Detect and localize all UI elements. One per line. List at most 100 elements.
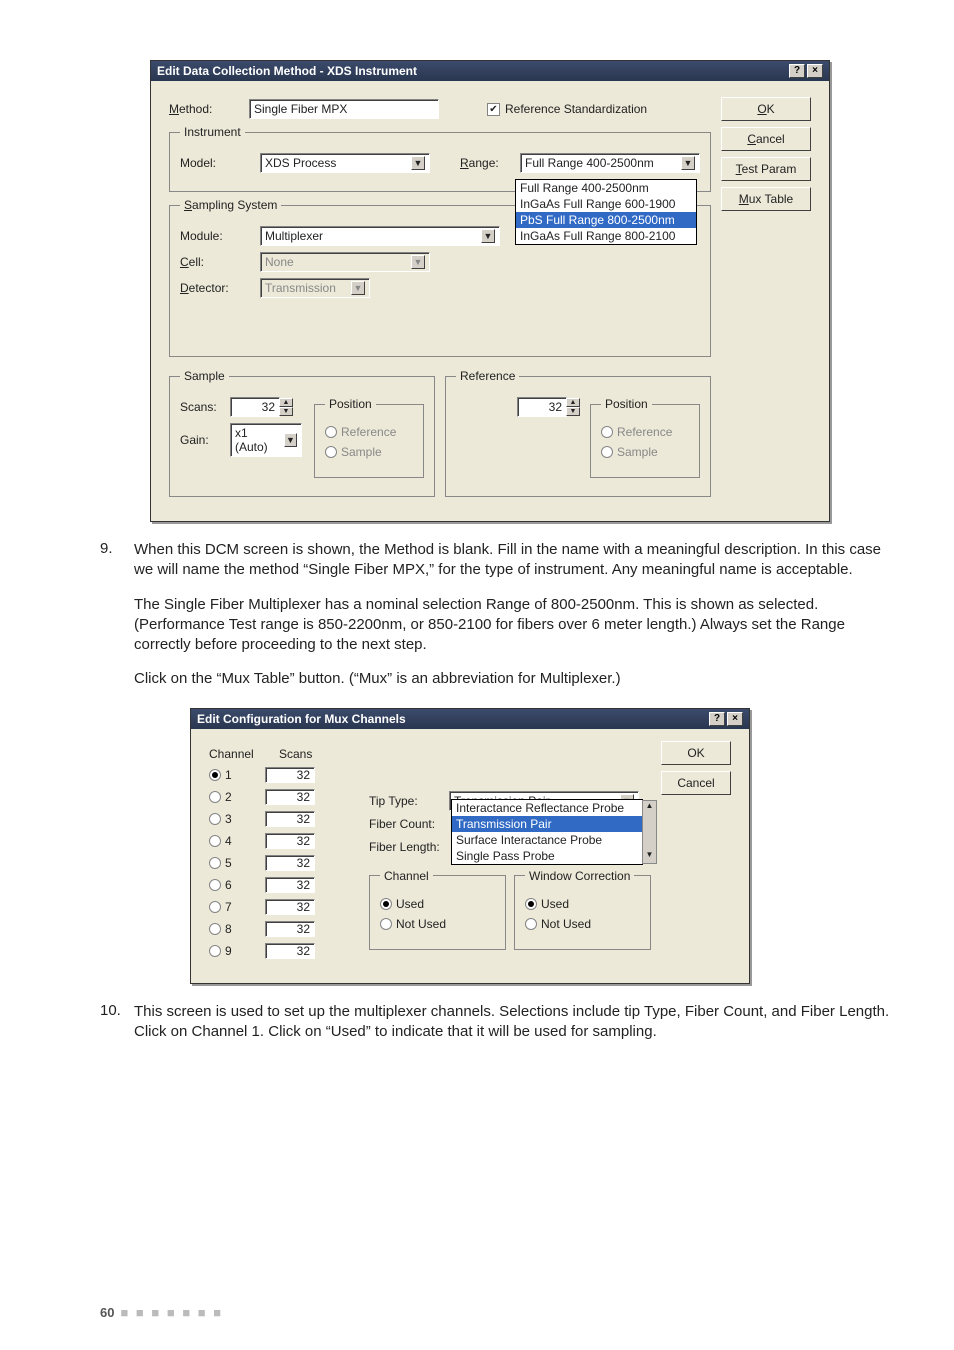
radio-icon (209, 857, 221, 869)
channel-number: 1 (225, 768, 265, 782)
sampling-legend: Sampling System (180, 198, 281, 212)
channel-scans[interactable]: 32 (265, 943, 315, 959)
channel-number: 4 (225, 834, 265, 848)
range-option[interactable]: InGaAs Full Range 800-2100 (516, 228, 696, 244)
window-correction-group: Window Correction Used Not Used (514, 869, 651, 950)
scans-spinner[interactable]: ▲▼ (279, 398, 293, 416)
step-number: 9. (100, 540, 134, 704)
close-icon[interactable]: × (807, 64, 823, 78)
channel-scans[interactable]: 32 (265, 833, 315, 849)
ok-button[interactable]: OK (721, 97, 811, 121)
channel-row[interactable]: 532 (209, 855, 369, 871)
channel-notused-radio[interactable]: Not Used (380, 917, 495, 931)
channel-scans[interactable]: 32 (265, 921, 315, 937)
method-input[interactable]: Single Fiber MPX (249, 99, 439, 119)
mux-table-button[interactable]: Mux Table (721, 187, 811, 211)
help-icon[interactable]: ? (789, 64, 805, 78)
module-select[interactable]: Multiplexer ▼ (260, 226, 500, 246)
step-number: 10. (100, 1002, 134, 1057)
channel-group-legend: Channel (380, 869, 433, 883)
window-used-radio[interactable]: Used (525, 897, 640, 911)
cancel-button[interactable]: Cancel (721, 127, 811, 151)
range-dropdown-list[interactable]: Full Range 400-2500nm InGaAs Full Range … (515, 179, 697, 245)
channel-scans[interactable]: 32 (265, 899, 315, 915)
radio-icon (209, 813, 221, 825)
ref-scans-input[interactable]: 32 (517, 397, 567, 417)
channel-row[interactable]: 832 (209, 921, 369, 937)
radio-icon (209, 835, 221, 847)
channel-number: 6 (225, 878, 265, 892)
page-number: 60 (100, 1305, 114, 1320)
ref-scans-spinner[interactable]: ▲▼ (566, 398, 580, 416)
spin-down-icon: ▼ (566, 407, 580, 416)
range-option[interactable]: Full Range 400-2500nm (516, 180, 696, 196)
page-footer: 60 ■ ■ ■ ■ ■ ■ ■ (100, 1305, 223, 1320)
reference-group: Reference 32 ▲▼ Position Reference (445, 369, 711, 497)
chevron-down-icon: ▼ (284, 433, 297, 447)
close-icon[interactable]: × (727, 712, 743, 726)
chevron-down-icon: ▼ (481, 229, 495, 243)
channel-row[interactable]: 332 (209, 811, 369, 827)
reference-legend: Reference (456, 369, 519, 383)
window-notused-radio[interactable]: Not Used (525, 917, 640, 931)
dialog-titlebar: Edit Configuration for Mux Channels ? × (191, 709, 749, 729)
radio-icon (209, 879, 221, 891)
sample-group: Sample Scans: 32 ▲▼ Gain: (169, 369, 435, 497)
sample-legend: Sample (180, 369, 229, 383)
channel-scans[interactable]: 32 (265, 811, 315, 827)
chevron-down-icon: ▼ (351, 281, 365, 295)
position-legend: Position (325, 397, 376, 411)
dialog-title: Edit Data Collection Method - XDS Instru… (157, 64, 417, 78)
chevron-down-icon: ▼ (681, 156, 695, 170)
channel-scans[interactable]: 32 (265, 789, 315, 805)
tip-option[interactable]: Interactance Reflectance Probe (452, 800, 642, 816)
channel-scans[interactable]: 32 (265, 877, 315, 893)
ok-button[interactable]: OK (661, 741, 731, 765)
cancel-button[interactable]: Cancel (661, 771, 731, 795)
radio-selected-icon (380, 898, 392, 910)
channel-row[interactable]: 732 (209, 899, 369, 915)
channel-used-radio[interactable]: Used (380, 897, 495, 911)
channel-row[interactable]: 932 (209, 943, 369, 959)
tip-option[interactable]: Surface Interactance Probe (452, 832, 642, 848)
radio-icon (525, 918, 537, 930)
channel-list: Channel Scans 13223233243253263273283293… (209, 741, 369, 965)
tip-option-selected[interactable]: Transmission Pair (452, 816, 642, 832)
channel-number: 7 (225, 900, 265, 914)
radio-icon (601, 446, 613, 458)
scans-input[interactable]: 32 (230, 397, 280, 417)
gain-select[interactable]: x1 (Auto) ▼ (230, 423, 302, 457)
radio-icon (325, 446, 337, 458)
radio-icon (209, 791, 221, 803)
cell-label: Cell: (180, 255, 260, 269)
ref-std-checkbox[interactable]: ✔ Reference Standardization (487, 102, 647, 116)
model-select[interactable]: XDS Process ▼ (260, 153, 430, 173)
channel-settings: Tip Type: Transmission Pair ▼ Interactan… (369, 741, 651, 965)
channel-scans[interactable]: 32 (265, 855, 315, 871)
test-param-button[interactable]: Test Param (721, 157, 811, 181)
help-icon[interactable]: ? (709, 712, 725, 726)
dialog-titlebar: Edit Data Collection Method - XDS Instru… (151, 61, 829, 81)
window-group-legend: Window Correction (525, 869, 634, 883)
step-9: 9. When this DCM screen is shown, the Me… (100, 540, 894, 704)
range-option[interactable]: InGaAs Full Range 600-1900 (516, 196, 696, 212)
fiber-length-label: Fiber Length: (369, 840, 449, 854)
model-label: Model: (180, 156, 260, 170)
chevron-down-icon: ▼ (411, 156, 425, 170)
channel-row[interactable]: 432 (209, 833, 369, 849)
tip-type-dropdown-list[interactable]: Interactance Reflectance Probe Transmiss… (451, 799, 643, 865)
channel-number: 5 (225, 856, 265, 870)
channel-row[interactable]: 632 (209, 877, 369, 893)
channel-row[interactable]: 232 (209, 789, 369, 805)
scrollbar[interactable]: ▲ ▼ (642, 800, 657, 864)
edit-mux-channels-dialog: Edit Configuration for Mux Channels ? × … (190, 708, 750, 984)
tip-option[interactable]: Single Pass Probe (452, 848, 642, 864)
step-9-p2: The Single Fiber Multiplexer has a nomin… (134, 595, 894, 656)
channel-scans[interactable]: 32 (265, 767, 315, 783)
range-option-selected[interactable]: PbS Full Range 800-2500nm (516, 212, 696, 228)
range-select[interactable]: Full Range 400-2500nm ▼ (520, 153, 700, 173)
scroll-down-icon: ▼ (643, 850, 656, 863)
channel-row[interactable]: 132 (209, 767, 369, 783)
radio-icon (380, 918, 392, 930)
channel-number: 9 (225, 944, 265, 958)
